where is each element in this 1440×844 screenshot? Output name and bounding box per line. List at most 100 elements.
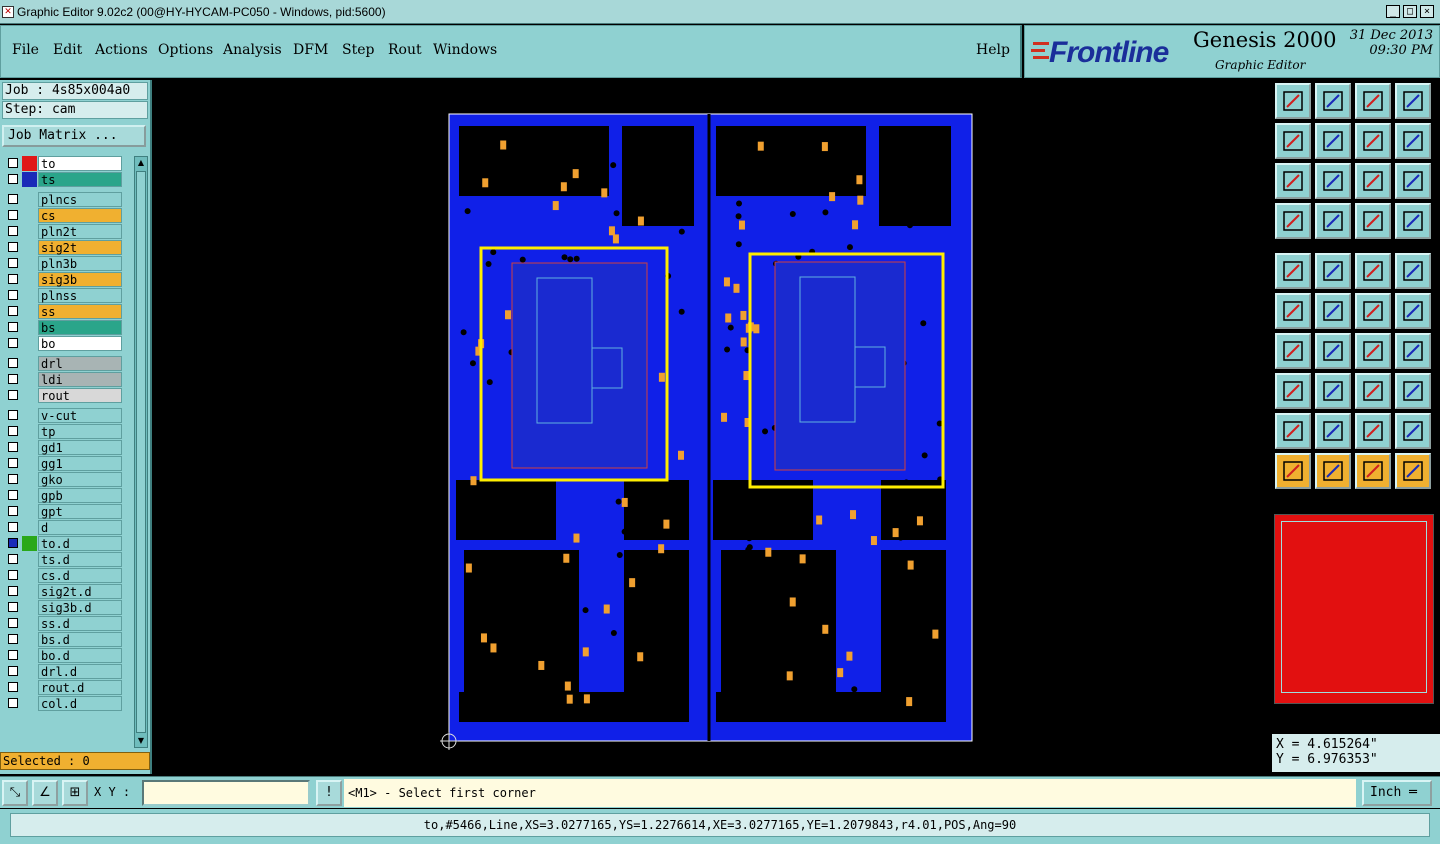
layer-name[interactable]: gpt xyxy=(38,504,122,519)
layer-checkbox[interactable] xyxy=(8,698,18,708)
layer-checkbox[interactable] xyxy=(8,210,18,220)
home-button[interactable] xyxy=(1355,83,1391,119)
layer-name[interactable]: rout.d xyxy=(38,680,122,695)
pad-button[interactable] xyxy=(1395,253,1431,289)
layer-name[interactable]: cs xyxy=(38,208,122,223)
layer-name[interactable]: rout xyxy=(38,388,122,403)
layer-checkbox[interactable] xyxy=(8,458,18,468)
snap-mode-button[interactable]: ⤡ xyxy=(2,780,28,806)
layer-name[interactable]: tp xyxy=(38,424,122,439)
layer-row-sig2t[interactable]: sig2t xyxy=(4,240,122,255)
units-dropdown[interactable]: Inch ═ xyxy=(1362,780,1432,806)
split-button[interactable] xyxy=(1395,333,1431,369)
layer-name[interactable]: plnss xyxy=(38,288,122,303)
layer-row-bs-d[interactable]: bs.d xyxy=(4,632,122,647)
layer-row-to-d[interactable]: to.d xyxy=(4,536,122,551)
layer-name[interactable]: pln2t xyxy=(38,224,122,239)
layer-row-gd1[interactable]: gd1 xyxy=(4,440,122,455)
arc-button[interactable] xyxy=(1355,333,1391,369)
connect-button[interactable] xyxy=(1275,293,1311,329)
center-button[interactable] xyxy=(1315,163,1351,199)
menu-windows[interactable]: Windows xyxy=(433,42,497,58)
layer-checkbox[interactable] xyxy=(8,322,18,332)
layer-row-sig2t-d[interactable]: sig2t.d xyxy=(4,584,122,599)
layer-feature-alt-button[interactable] xyxy=(1395,203,1431,239)
layer-checkbox[interactable] xyxy=(8,194,18,204)
layer-name[interactable]: drl.d xyxy=(38,664,122,679)
pcb-panel-view[interactable] xyxy=(154,80,1271,774)
menu-file[interactable]: File xyxy=(12,42,39,58)
select-filter-button[interactable] xyxy=(1315,453,1351,489)
layer-name[interactable]: ldi xyxy=(38,372,122,387)
layer-row-cs[interactable]: cs xyxy=(4,208,122,223)
layer-row-ldi[interactable]: ldi xyxy=(4,372,122,387)
layer-name[interactable]: gg1 xyxy=(38,456,122,471)
layer-name[interactable]: bo.d xyxy=(38,648,122,663)
layer-name[interactable]: ts.d xyxy=(38,552,122,567)
window-layout-button[interactable] xyxy=(1395,83,1431,119)
layer-name[interactable]: sig3b.d xyxy=(38,600,122,615)
layer-checkbox[interactable] xyxy=(8,258,18,268)
layer-checkbox[interactable] xyxy=(8,410,18,420)
layer-name[interactable]: to.d xyxy=(38,536,122,551)
layer-checkbox[interactable] xyxy=(8,158,18,168)
layer-name[interactable]: sig3b xyxy=(38,272,122,287)
layer-row-cs-d[interactable]: cs.d xyxy=(4,568,122,583)
scroll-thumb[interactable] xyxy=(136,171,146,733)
menu-edit[interactable]: Edit xyxy=(53,42,82,58)
maximize-button[interactable]: □ xyxy=(1403,5,1417,18)
layer-name[interactable]: to xyxy=(38,156,122,171)
layer-name[interactable]: v-cut xyxy=(38,408,122,423)
layer-row-plnss[interactable]: plnss xyxy=(4,288,122,303)
layer-row-rout[interactable]: rout xyxy=(4,388,122,403)
layer-row-gko[interactable]: gko xyxy=(4,472,122,487)
layer-name[interactable]: sig2t.d xyxy=(38,584,122,599)
layer-checkbox[interactable] xyxy=(8,290,18,300)
layer-name[interactable]: bs.d xyxy=(38,632,122,647)
redraw-button[interactable] xyxy=(1395,123,1431,159)
layer-name[interactable]: ss xyxy=(38,304,122,319)
scroll-down-arrow-icon[interactable]: ▼ xyxy=(136,735,146,747)
layer-row-sig3b-d[interactable]: sig3b.d xyxy=(4,600,122,615)
close-button[interactable]: × xyxy=(1420,5,1434,18)
help-button[interactable] xyxy=(1395,163,1431,199)
layer-row-gg1[interactable]: gg1 xyxy=(4,456,122,471)
zoom-in-button[interactable] xyxy=(1275,123,1311,159)
ruler-button[interactable] xyxy=(1355,253,1391,289)
layer-row-to[interactable]: to xyxy=(4,156,122,171)
layer-checkbox[interactable] xyxy=(8,618,18,628)
layer-checkbox[interactable] xyxy=(8,174,18,184)
layer-checkbox[interactable] xyxy=(8,390,18,400)
layer-checkbox[interactable] xyxy=(8,554,18,564)
layer-row-bs[interactable]: bs xyxy=(4,320,122,335)
angle-mode-button[interactable]: ∠ xyxy=(32,780,58,806)
layer-row-gpb[interactable]: gpb xyxy=(4,488,122,503)
layer-checkbox[interactable] xyxy=(8,490,18,500)
layer-checkbox[interactable] xyxy=(8,226,18,236)
group-button[interactable] xyxy=(1395,373,1431,409)
layer-row-pln3b[interactable]: pln3b xyxy=(4,256,122,271)
layer-checkbox[interactable] xyxy=(8,682,18,692)
scale-1-2-button[interactable] xyxy=(1355,163,1391,199)
measure-button[interactable] xyxy=(1275,203,1311,239)
xy-input[interactable] xyxy=(142,780,310,806)
job-matrix-button[interactable]: Job Matrix ... xyxy=(2,125,146,147)
layer-name[interactable]: drl xyxy=(38,356,122,371)
line-mid-button[interactable] xyxy=(1315,373,1351,409)
layer-name[interactable]: d xyxy=(38,520,122,535)
alert-button[interactable]: ! xyxy=(316,780,342,806)
layer-name[interactable]: col.d xyxy=(38,696,122,711)
layer-row-pln2t[interactable]: pln2t xyxy=(4,224,122,239)
layer-row-rout-d[interactable]: rout.d xyxy=(4,680,122,695)
layer-row-d[interactable]: d xyxy=(4,520,122,535)
zoom-back-button[interactable] xyxy=(1355,123,1391,159)
menu-analysis[interactable]: Analysis xyxy=(223,42,282,58)
layer-name[interactable]: gpb xyxy=(38,488,122,503)
layer-checkbox[interactable] xyxy=(8,602,18,612)
layer-checkbox[interactable] xyxy=(8,274,18,284)
minimize-button[interactable]: _ xyxy=(1386,5,1400,18)
fit-button[interactable] xyxy=(1275,163,1311,199)
save-button[interactable] xyxy=(1315,83,1351,119)
layer-checkbox[interactable] xyxy=(8,586,18,596)
menu-options[interactable]: Options xyxy=(158,42,213,58)
